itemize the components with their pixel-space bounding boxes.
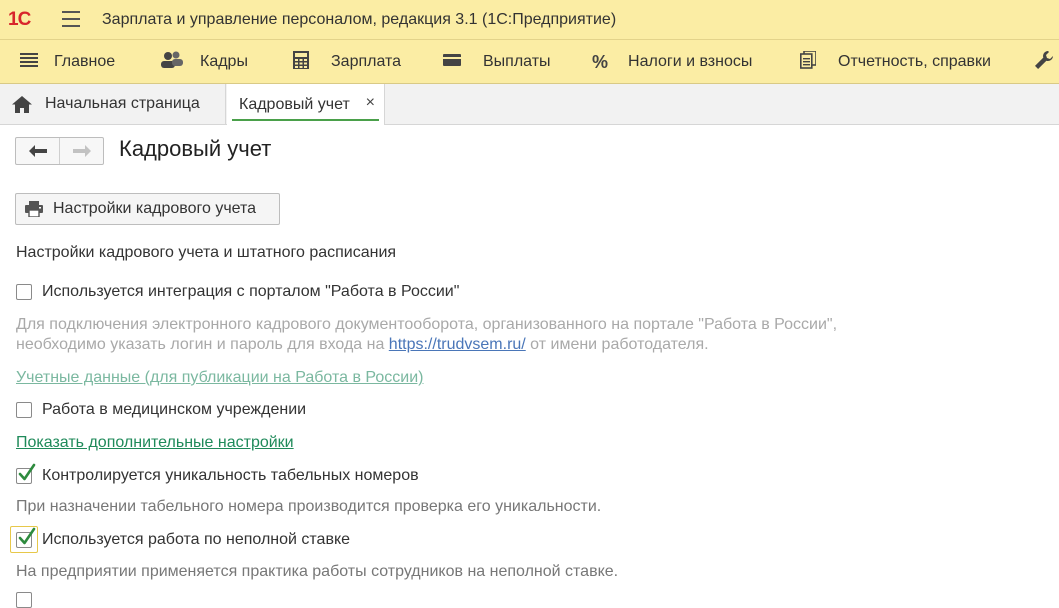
portal-integration-checkbox-row[interactable]: Используется интеграция с порталом "Рабо… [16, 281, 459, 303]
app-title: Зарплата и управление персоналом, редакц… [102, 11, 617, 28]
section-reports[interactable]: Отчетность, справки [800, 40, 991, 84]
app-logo[interactable]: 1С [8, 9, 31, 31]
credentials-link[interactable]: Учетные данные (для публикации на Работа… [16, 369, 423, 387]
trudvsem-link[interactable]: https://trudvsem.ru/ [389, 336, 526, 353]
wrench-icon [1034, 50, 1054, 75]
medical-institution-checkbox-row[interactable]: Работа в медицинском учреждении [16, 399, 306, 421]
sections-bar: Главное Кадры Зарплата Выплаты % Налоги … [0, 40, 1059, 84]
active-tab-indicator [232, 119, 379, 121]
page-title: Кадровый учет [119, 136, 272, 161]
checkbox-label: Контролируется уникальность табельных но… [42, 467, 419, 484]
next-checkbox-partial[interactable] [16, 592, 32, 608]
section-taxes[interactable]: % Налоги и взносы [592, 40, 752, 84]
medical-institution-checkbox[interactable] [16, 402, 32, 418]
section-label: Налоги и взносы [628, 53, 753, 70]
hamburger-menu-icon[interactable] [62, 11, 80, 27]
printer-icon [25, 201, 43, 217]
portal-hint-line1: Для подключения электронного кадрового д… [16, 316, 838, 333]
back-button[interactable] [16, 138, 60, 164]
part-time-checkbox-row[interactable]: Используется работа по неполной ставке [16, 527, 351, 551]
checkmark-icon [18, 527, 36, 545]
unique-numbers-checkbox[interactable] [16, 463, 36, 484]
home-icon [12, 95, 32, 113]
percent-icon: % [592, 51, 609, 72]
section-main[interactable]: Главное [20, 40, 115, 84]
hr-settings-button[interactable]: Настройки кадрового учета [15, 193, 280, 225]
section-heading: Настройки кадрового учета и штатного рас… [16, 244, 397, 261]
portal-hint-line2-after: от имени работодателя. [525, 336, 709, 353]
portal-integration-checkbox[interactable] [16, 284, 32, 300]
unique-numbers-hint: При назначении табельного номера произво… [16, 498, 602, 515]
section-salary[interactable]: Зарплата [293, 40, 401, 84]
checkmark-icon [18, 463, 36, 481]
wallet-icon [443, 53, 461, 72]
title-bar: 1С Зарплата и управление персоналом, ред… [0, 0, 1059, 40]
part-time-checkbox[interactable] [16, 527, 36, 548]
section-payments[interactable]: Выплаты [443, 40, 551, 84]
portal-hint-line2-before: необходимо указать логин и пароль для вх… [16, 336, 389, 353]
show-more-settings-link[interactable]: Показать дополнительные настройки [16, 434, 294, 452]
section-label: Зарплата [331, 53, 402, 70]
section-label: Главное [54, 53, 116, 70]
arrow-left-icon [28, 145, 47, 157]
tab-home-page[interactable]: Начальная страница [0, 84, 226, 124]
calculator-icon [293, 50, 309, 74]
tab-label: Кадровый учет [239, 95, 350, 113]
checkbox-label: Работа в медицинском учреждении [42, 401, 307, 418]
section-label: Кадры [200, 53, 248, 70]
menu-lines-icon [20, 52, 38, 73]
close-icon[interactable]: × [366, 94, 375, 112]
portal-hint: Для подключения электронного кадрового д… [16, 315, 837, 355]
hr-settings-button-label: Настройки кадрового учета [53, 200, 257, 217]
forward-button[interactable] [60, 138, 103, 164]
arrow-right-icon [72, 145, 91, 157]
history-nav [15, 137, 104, 165]
tab-label: Начальная страница [45, 95, 200, 112]
section-label: Выплаты [483, 53, 551, 70]
checkbox-label: Используется работа по неполной ставке [42, 531, 351, 548]
tab-bar: Начальная страница Кадровый учет × [0, 84, 1059, 125]
section-admin[interactable] [1034, 40, 1059, 84]
part-time-hint: На предприятии применяется практика рабо… [16, 563, 619, 580]
section-label: Отчетность, справки [838, 53, 991, 70]
section-hr[interactable]: Кадры [160, 40, 248, 84]
documents-icon [800, 49, 817, 74]
people-icon [160, 51, 184, 74]
tab-hr-records[interactable]: Кадровый учет × [227, 84, 385, 125]
checkbox-label: Используется интеграция с порталом "Рабо… [42, 283, 460, 300]
unique-numbers-checkbox-row[interactable]: Контролируется уникальность табельных но… [16, 463, 419, 487]
